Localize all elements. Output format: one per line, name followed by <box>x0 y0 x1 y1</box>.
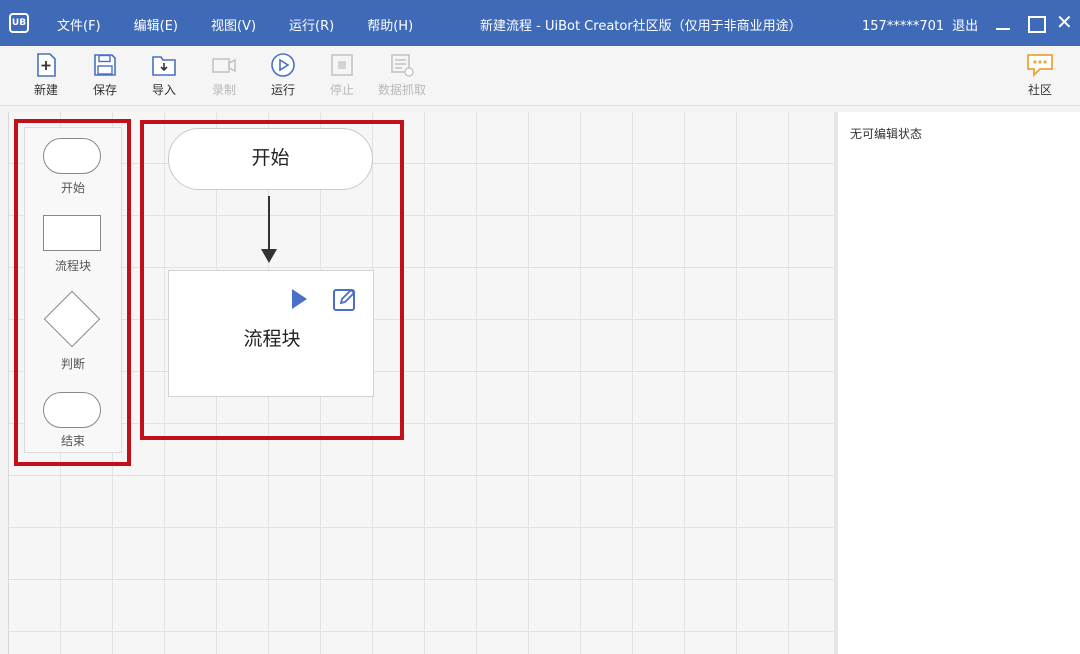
new-button[interactable]: 新建 <box>23 52 69 98</box>
account-id: 157*****701 <box>862 19 945 34</box>
app-logo-icon: UB <box>9 13 29 33</box>
palette-highlight-frame <box>14 119 131 466</box>
close-icon[interactable]: ✕ <box>1056 11 1078 35</box>
flow-block-label: 流程块 <box>243 328 301 350</box>
maximize-icon[interactable] <box>1025 11 1047 35</box>
menu-help[interactable]: 帮助(H) <box>367 15 413 34</box>
properties-panel: 无可编辑状态 <box>838 112 1080 654</box>
record-label: 录制 <box>211 83 236 97</box>
new-file-icon <box>37 53 56 77</box>
flow-start-node[interactable]: 开始 <box>168 128 373 190</box>
run-label: 运行 <box>270 83 295 97</box>
window-title: 新建流程 - UiBot Creator社区版（仅用于非商业用途） <box>480 19 802 34</box>
data-scrape-button[interactable]: 数据抓取 <box>374 52 430 98</box>
minimize-icon[interactable] <box>993 11 1015 35</box>
stop-label: 停止 <box>329 83 354 97</box>
menu-view[interactable]: 视图(V) <box>211 15 256 34</box>
logout-link[interactable]: 退出 <box>952 19 978 34</box>
play-icon[interactable] <box>290 288 308 310</box>
import-button[interactable]: 导入 <box>141 52 187 98</box>
play-circle-icon <box>271 53 295 77</box>
save-label: 保存 <box>92 83 117 97</box>
account-area: 157*****701 退出 <box>862 15 986 34</box>
save-icon <box>94 54 116 76</box>
flow-block-node[interactable]: 流程块 <box>168 270 374 397</box>
menu-edit[interactable]: 编辑(E) <box>134 15 178 34</box>
menu-file[interactable]: 文件(F) <box>57 15 101 34</box>
record-icon <box>212 58 236 73</box>
properties-empty-text: 无可编辑状态 <box>850 127 923 141</box>
edit-icon[interactable] <box>332 287 357 312</box>
menu-bar: 文件(F) 编辑(E) 视图(V) 运行(R) 帮助(H) <box>57 15 446 34</box>
title-bar: UB 文件(F) 编辑(E) 视图(V) 运行(R) 帮助(H) 新建流程 - … <box>0 0 1080 46</box>
community-button[interactable]: 社区 <box>1018 52 1062 98</box>
new-label: 新建 <box>33 83 58 97</box>
record-button[interactable]: 录制 <box>201 52 247 98</box>
flow-canvas[interactable] <box>8 112 834 654</box>
flow-connector <box>268 196 270 254</box>
community-label: 社区 <box>1027 83 1052 97</box>
chat-bubble-icon <box>1027 54 1053 78</box>
run-button[interactable]: 运行 <box>260 52 306 98</box>
toolbar: 新建 保存 导入 录制 运行 停止 数据抓取 社区 <box>0 46 1080 106</box>
data-scrape-icon <box>391 54 414 77</box>
data-scrape-label: 数据抓取 <box>377 83 426 97</box>
import-label: 导入 <box>151 83 176 97</box>
import-icon <box>152 56 176 76</box>
arrow-down-icon <box>261 249 277 263</box>
stop-button[interactable]: 停止 <box>319 52 365 98</box>
menu-run[interactable]: 运行(R) <box>289 15 334 34</box>
save-button[interactable]: 保存 <box>82 52 128 98</box>
stop-icon <box>331 54 353 76</box>
